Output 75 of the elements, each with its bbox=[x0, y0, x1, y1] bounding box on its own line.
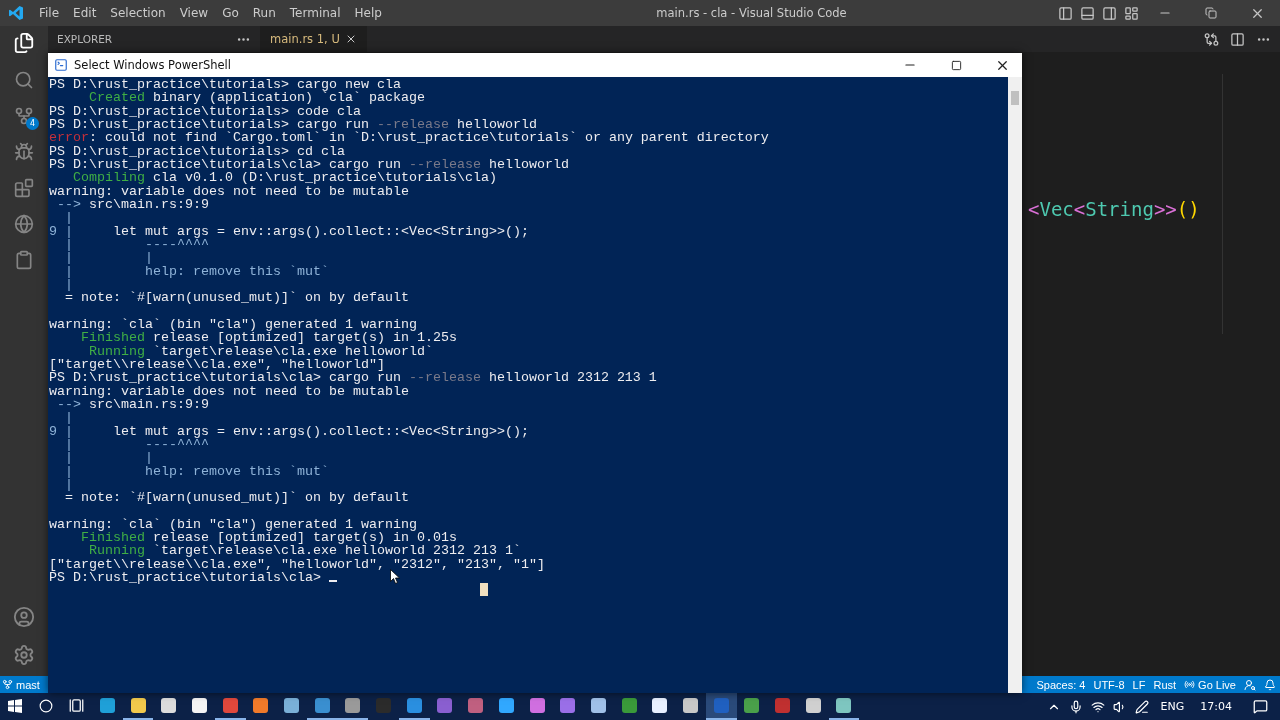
menu-item[interactable]: File bbox=[32, 6, 67, 20]
terminal-line: | ----^^^^ bbox=[64, 437, 209, 452]
files-icon[interactable] bbox=[13, 32, 35, 54]
settings-icon[interactable] bbox=[13, 644, 35, 666]
terminal-line: warning: `cla` (bin "cla") generated 1 warning bbox=[49, 517, 417, 532]
terminal-line: warning: variable does not need to be mutable bbox=[49, 384, 409, 398]
extensions-icon[interactable] bbox=[14, 178, 34, 198]
terminal-line: 9 | let mut args = env::args().collect::<Vec<String>>(); bbox=[49, 424, 529, 438]
terminal-line: PS D:\rust_practice\tutorials> cargo run --release helloworld bbox=[49, 118, 537, 132]
account-icon[interactable] bbox=[13, 606, 35, 628]
scrollbar[interactable] bbox=[1008, 77, 1022, 693]
terminal-line: --> src\main.rs:9:9 bbox=[57, 397, 209, 412]
terminal-line: PS D:\rust_practice\tutorials> code cla bbox=[49, 104, 361, 118]
terminal-line: 9 | let mut args = env::args().collect::<Vec<String>>(); bbox=[49, 224, 529, 238]
terminal-line: PS D:\rust_practice\tutorials> cargo new cla bbox=[49, 78, 401, 92]
globe-icon[interactable] bbox=[14, 214, 34, 234]
status-item[interactable]: Rust bbox=[1149, 678, 1181, 691]
sidebar-title: EXPLORER bbox=[57, 33, 113, 45]
terminal-line: | bbox=[64, 411, 73, 425]
terminal-line: Compiling cla v0.1.0 (D:\rust_practice\tutorials\cla) bbox=[73, 171, 497, 185]
app-icon[interactable] bbox=[705, 693, 737, 720]
menu-item[interactable]: Go bbox=[215, 6, 246, 20]
terminal-line: Created binary (application) `cla` package bbox=[89, 91, 425, 105]
status-item[interactable]: Spaces: 4 bbox=[1032, 678, 1090, 691]
broadcast-icon bbox=[1184, 679, 1196, 690]
code-line: <Vec<String>>() bbox=[1028, 198, 1200, 220]
terminal-line: Running `target\release\cla.exe helloworld 2312 213 1` bbox=[88, 544, 521, 558]
terminal-line: ["target\\release\\cla.exe", "helloworld"] bbox=[49, 357, 385, 372]
status-item[interactable]: LF bbox=[1128, 678, 1150, 691]
terminal-line: = note: `#[warn(unused_mut)]` on by default bbox=[64, 291, 409, 305]
clipboard-icon[interactable] bbox=[14, 250, 34, 270]
window-title: Select Windows PowerShell bbox=[74, 58, 232, 72]
vscode-logo-icon bbox=[8, 5, 24, 21]
source-control-icon[interactable] bbox=[14, 106, 34, 126]
terminal-line: | help: remove this `mut` bbox=[64, 464, 329, 478]
window-title: main.rs - cla - Visual Studio Code bbox=[655, 6, 848, 20]
menu-item[interactable]: Selection bbox=[103, 6, 173, 20]
menu-item[interactable]: Terminal bbox=[282, 6, 348, 20]
menu-item[interactable]: Run bbox=[245, 6, 283, 20]
branch-status[interactable]: mast bbox=[0, 678, 42, 691]
terminal-line: warning: `cla` (bin "cla") generated 1 warning bbox=[49, 317, 417, 332]
terminal-line: PS D:\rust_practice\tutorials> cd cla bbox=[49, 144, 345, 158]
terminal-line: Finished release [optimized] target(s) in 0.01s bbox=[81, 531, 457, 545]
terminal-line: Finished release [optimized] target(s) in 1.25s bbox=[81, 331, 457, 345]
count-badge: 4 bbox=[26, 117, 39, 130]
terminal-line: | help: remove this `mut` bbox=[64, 264, 329, 278]
branch-icon bbox=[2, 679, 13, 690]
status-item[interactable]: UTF-8 bbox=[1089, 678, 1129, 691]
language-indicator[interactable]: ENG bbox=[1152, 700, 1193, 713]
terminal-line: PS D:\rust_practice\tutorials\cla> bbox=[49, 571, 337, 585]
terminal-line: = note: `#[warn(unused_mut)]` on by default bbox=[64, 491, 409, 505]
menu-item[interactable]: Help bbox=[347, 6, 389, 20]
terminal-line: --> src\main.rs:9:9 bbox=[57, 197, 209, 212]
go-live-button[interactable]: Go Live bbox=[1180, 678, 1240, 691]
terminal-line: ["target\\release\\cla.exe", "helloworld", "2312", "213", "1"] bbox=[49, 557, 545, 572]
text-cursor-block bbox=[480, 583, 488, 596]
terminal-line: | bbox=[64, 277, 73, 292]
menu-item[interactable]: Edit bbox=[66, 6, 104, 20]
windows-logo-icon[interactable] bbox=[8, 698, 23, 713]
terminal-line: warning: variable does not need to be mutable bbox=[49, 184, 409, 198]
terminal-line: PS D:\rust_practice\tutorials\cla> cargo run --release helloworld bbox=[49, 157, 569, 172]
terminal-line: | bbox=[64, 477, 73, 492]
terminal-line: error: could not find `Cargo.toml` in `D:\rust_practice\tutorials` or any parent directory bbox=[49, 131, 769, 145]
terminal-line: | | bbox=[64, 451, 153, 465]
terminal-line: Running `target\release\cla.exe helloworld` bbox=[89, 344, 433, 358]
editor-tab[interactable]: main.rs 1, U bbox=[260, 26, 367, 52]
clock[interactable]: 17:04 bbox=[1192, 700, 1240, 713]
terminal-line: | ----^^^^ bbox=[64, 237, 209, 252]
powershell-icon bbox=[54, 58, 68, 72]
terminal-line: PS D:\rust_practice\tutorials\cla> cargo run --release helloworld 2312 213 1 bbox=[49, 371, 657, 385]
terminal-line: | | bbox=[64, 251, 153, 265]
menu-item[interactable]: View bbox=[172, 6, 216, 20]
run-debug-icon[interactable] bbox=[14, 142, 34, 162]
terminal-line: | bbox=[64, 211, 73, 225]
mouse-pointer-icon bbox=[390, 569, 400, 584]
